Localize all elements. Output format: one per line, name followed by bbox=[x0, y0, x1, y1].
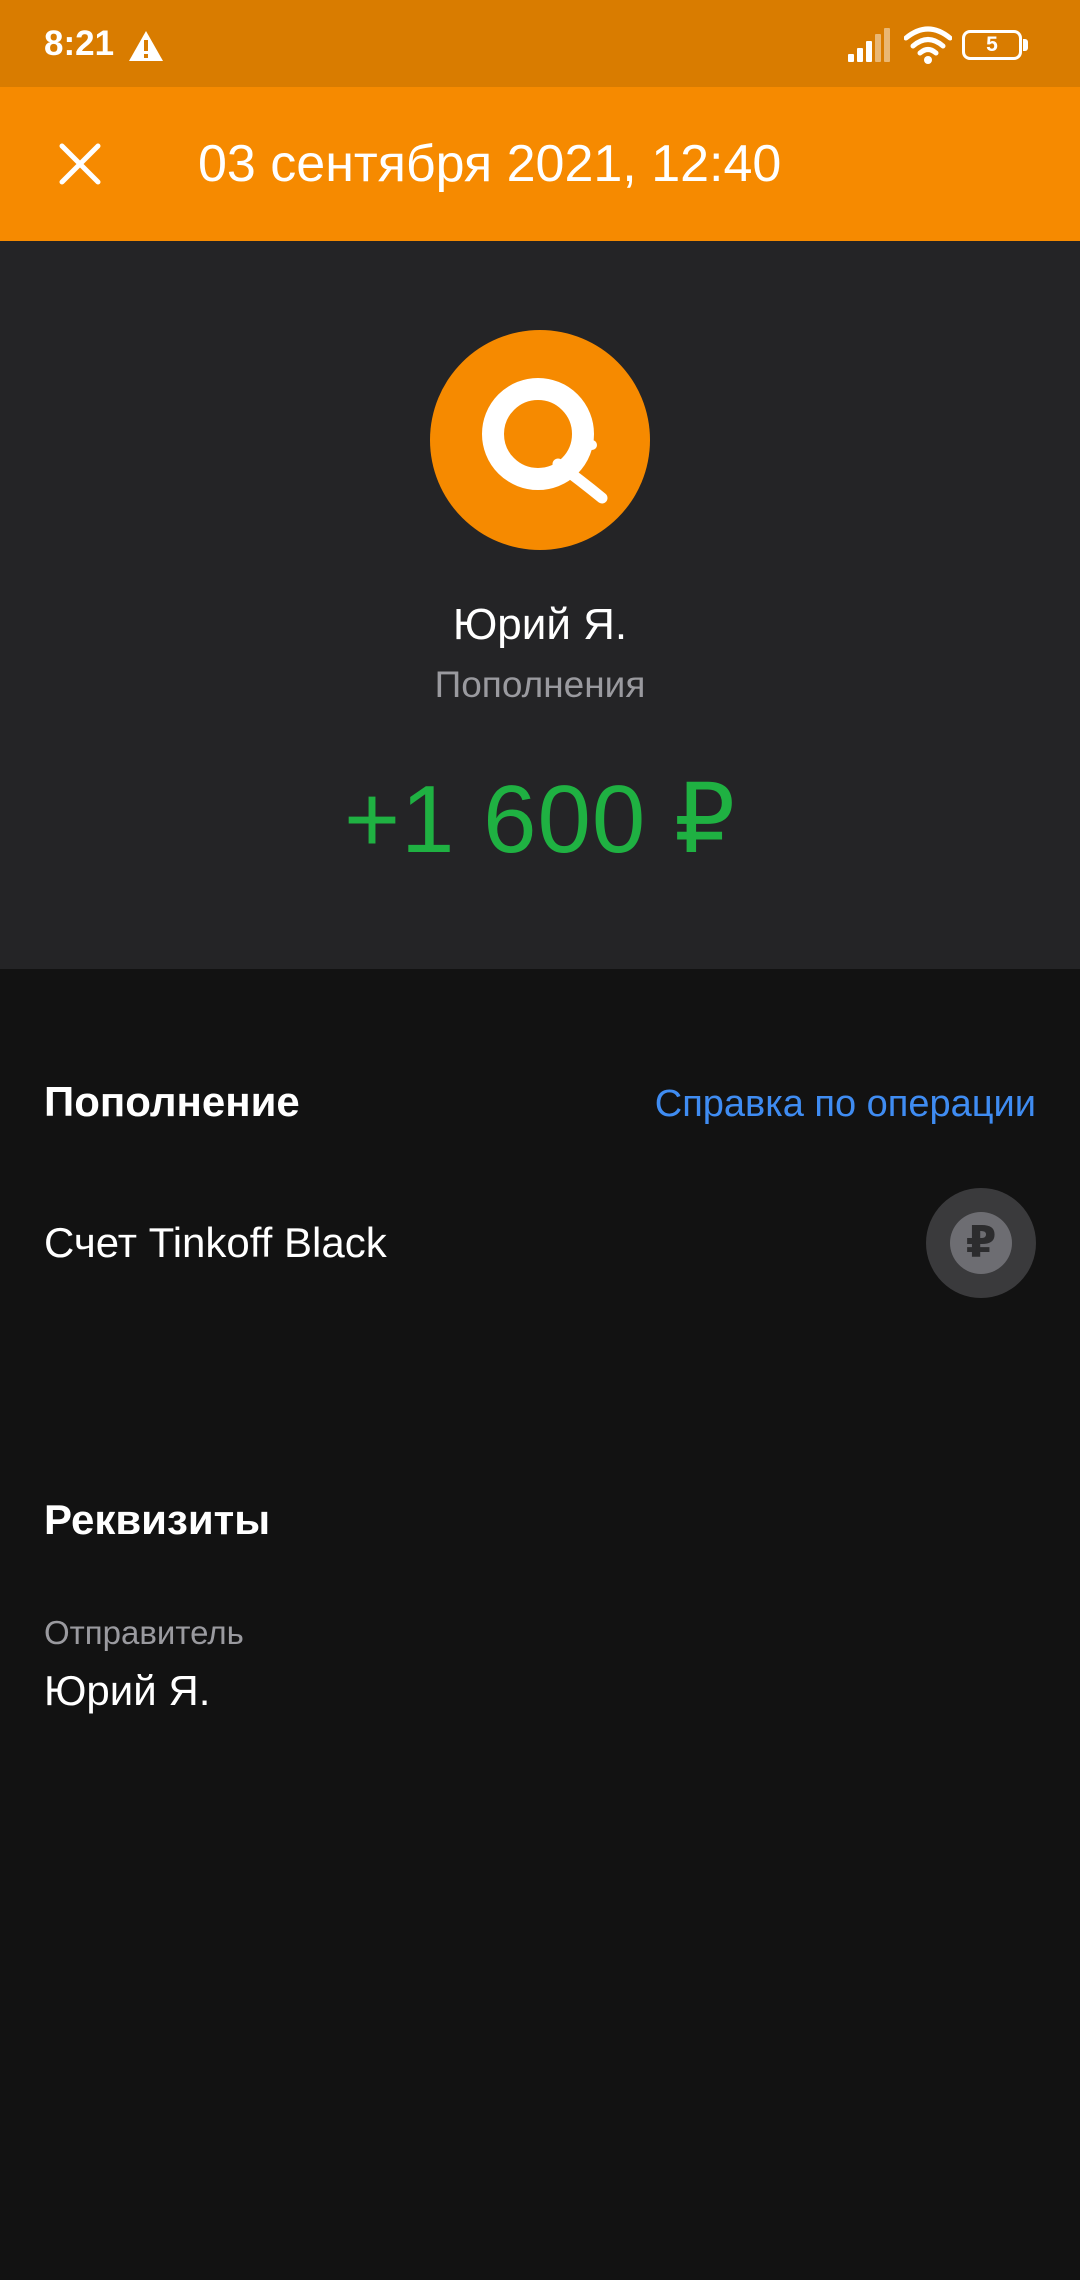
close-icon bbox=[59, 143, 101, 185]
signal-icon bbox=[848, 28, 890, 62]
ruble-symbol: ₽ bbox=[950, 1212, 1012, 1274]
close-button[interactable] bbox=[40, 124, 120, 204]
counterparty-name: Юрий Я. bbox=[452, 600, 628, 649]
wifi-icon bbox=[904, 26, 952, 64]
account-label: Счет Tinkoff Black bbox=[44, 1219, 387, 1266]
transaction-summary: Юрий Я. Пополнения +1 600 ₽ bbox=[0, 241, 1080, 969]
transaction-category: Пополнения bbox=[434, 664, 646, 705]
sender-label: Отправитель bbox=[44, 1614, 244, 1651]
operation-title: Пополнение bbox=[44, 1078, 300, 1125]
operation-help-link[interactable]: Справка по операции bbox=[655, 1080, 1036, 1128]
battery-level: 5 bbox=[986, 33, 998, 56]
page-title: 03 сентября 2021, 12:40 bbox=[198, 135, 782, 193]
warning-icon bbox=[129, 31, 163, 61]
status-bar: 8:21 5 bbox=[0, 0, 1080, 87]
transaction-amount: +1 600 ₽ bbox=[343, 766, 737, 873]
ruble-coin-icon: ₽ bbox=[926, 1188, 1036, 1298]
details-title: Реквизиты bbox=[44, 1496, 271, 1543]
sender-value: Юрий Я. bbox=[44, 1667, 211, 1714]
qiwi-logo-icon bbox=[430, 330, 650, 550]
battery-tip bbox=[1023, 39, 1028, 51]
battery-icon: 5 bbox=[962, 30, 1028, 62]
account-row[interactable]: Счет Tinkoff Black ₽ bbox=[0, 1188, 1080, 1298]
app-bar: 03 сентября 2021, 12:40 bbox=[0, 87, 1080, 241]
status-time: 8:21 bbox=[44, 24, 115, 63]
